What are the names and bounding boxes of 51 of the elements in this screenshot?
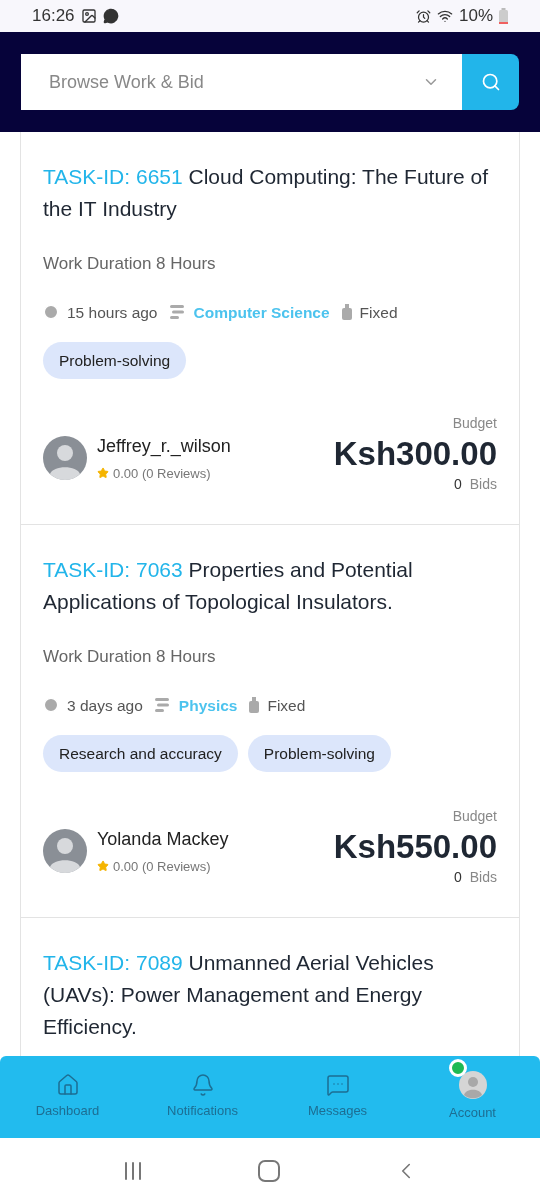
work-duration: Work Duration 8 Hours (43, 253, 217, 275)
category-link[interactable]: Computer Science (193, 300, 330, 324)
nav-tab[interactable]: Notifications (147, 1073, 258, 1121)
star-icon (97, 467, 109, 480)
category-icon (154, 698, 171, 713)
task-title[interactable]: TASK-ID: 7063 Properties and Potential Applications of Topological Insulators. (43, 554, 497, 618)
bids-label: Bids (469, 868, 497, 887)
author-rating: 0.00 (0 Reviews) (113, 857, 211, 876)
posted-time: 3 days ago (67, 695, 143, 716)
avatar-icon (43, 828, 87, 873)
bids-count: 0 (453, 475, 462, 494)
search-field[interactable]: Browse Work & Bid (21, 54, 462, 110)
budget-amount: Ksh550.00 (333, 827, 497, 867)
status-time: 16:26 (32, 5, 75, 28)
skill-tag: Research and accuracy (43, 734, 238, 772)
bids-count: 0 (453, 868, 462, 887)
search-button[interactable] (462, 54, 519, 110)
posted-time: 15 hours ago (67, 302, 158, 323)
work-duration: Work Duration 8 Hours (43, 646, 217, 668)
category-icon (169, 305, 186, 320)
search-icon (480, 72, 501, 92)
chat-icon (102, 8, 119, 24)
skill-tag: Problem-solving (43, 341, 187, 379)
budget-amount: Ksh300.00 (333, 434, 497, 474)
star-icon (97, 860, 109, 873)
avatar-icon (43, 435, 87, 480)
wifi-icon (436, 8, 453, 24)
nav-tab[interactable]: Dashboard (12, 1073, 123, 1121)
skill-tag: Problem-solving (247, 734, 391, 772)
home-icon (55, 1073, 80, 1098)
task-title[interactable]: TASK-ID: 7089 Unmanned Aerial Vehicles (UAVs): Power Management and Energy Efficiency. (43, 947, 497, 1043)
pricing-type: Fixed (359, 302, 398, 323)
nav-tab[interactable]: Messages (282, 1073, 393, 1121)
budget-label: Budget (452, 414, 497, 433)
nav-tab[interactable]: Account (417, 1071, 528, 1123)
chat-icon (325, 1073, 350, 1098)
author-name[interactable]: Yolanda Mackey (97, 825, 229, 853)
alarm-icon (415, 8, 431, 24)
pricing-type: Fixed (267, 695, 306, 716)
avatar-icon (458, 1071, 487, 1100)
author-name[interactable]: Jeffrey_r._wilson (97, 432, 231, 460)
battery-level: 10% (458, 5, 493, 28)
gallery-icon (80, 8, 97, 24)
budget-label: Budget (452, 807, 497, 826)
bell-icon (190, 1073, 215, 1098)
bids-label: Bids (469, 475, 497, 494)
category-link[interactable]: Physics (178, 693, 238, 717)
battery-icon (499, 8, 508, 24)
task-title[interactable]: TASK-ID: 6651 Cloud Computing: The Future of the IT Industry (43, 161, 497, 225)
home-button-icon[interactable] (258, 1160, 280, 1182)
author-rating: 0.00 (0 Reviews) (113, 464, 211, 483)
